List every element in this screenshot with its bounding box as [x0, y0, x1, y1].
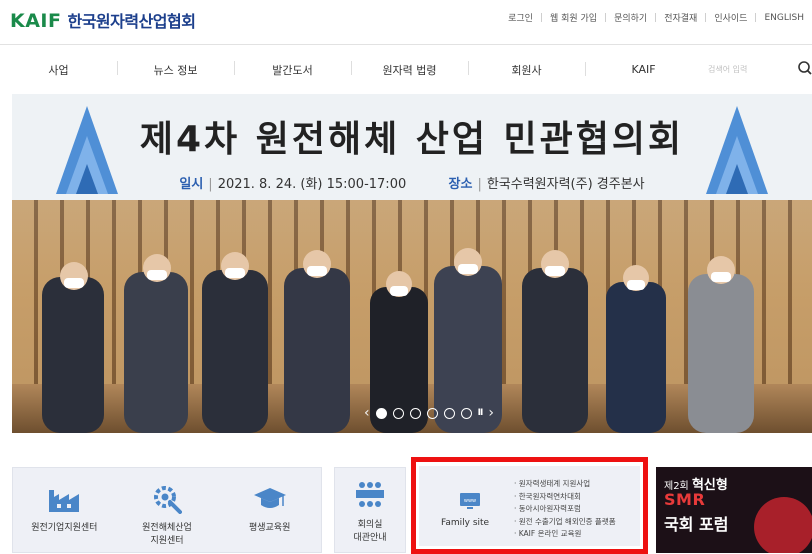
- divider: |: [477, 177, 482, 192]
- promo-line2: SMR: [664, 490, 706, 509]
- family-site-label: Family site: [441, 518, 490, 528]
- factory-icon: [47, 484, 81, 514]
- nav-item-kaif[interactable]: KAIF: [585, 62, 702, 76]
- slide-dot-3[interactable]: [409, 407, 421, 419]
- quick-link-plant-support[interactable]: 원전기업지원센터: [13, 468, 116, 552]
- promo-line3: 국회 포럼: [664, 515, 729, 534]
- logo-text: 한국원자력산업협회: [67, 12, 196, 31]
- quick-link-label: 원전해체산업 지원센터: [142, 523, 192, 546]
- nav-item-business[interactable]: 사업: [0, 62, 117, 78]
- nav-item-nuclear-law[interactable]: 원자력 법령: [351, 60, 468, 78]
- place-value: 한국수력원자력(주) 경주본사: [486, 177, 645, 192]
- slider-controls: ‹ II ›: [364, 406, 494, 420]
- slide-dot-1[interactable]: [375, 407, 387, 419]
- pause-icon[interactable]: II: [478, 408, 484, 418]
- family-site-link[interactable]: · 동아시아원자력포럼: [514, 503, 616, 516]
- family-site-list: · 원자력생태계 지원사업 · 한국원자력연차대회 · 동아시아원자력포럼 · …: [514, 478, 616, 541]
- nav-item-news[interactable]: 뉴스 정보: [117, 60, 234, 78]
- signup-link[interactable]: 웹 회원 가입: [542, 11, 605, 24]
- site-header: KAIF 한국원자력산업협회 로그인 웹 회원 가입 문의하기 전자결재 인사이…: [0, 0, 812, 44]
- nav-item-members[interactable]: 회원사: [468, 60, 585, 78]
- slide-dot-5[interactable]: [443, 407, 455, 419]
- next-arrow-icon[interactable]: ›: [488, 406, 494, 420]
- decorative-disc: [754, 497, 812, 553]
- quick-links: 원전기업지원센터 원전해체산업 지원센터 평생교육원: [12, 467, 322, 553]
- slide-dot-6[interactable]: [460, 407, 472, 419]
- group-photo: [42, 248, 754, 433]
- quick-link-decommissioning[interactable]: 원전해체산업 지원센터: [116, 468, 219, 552]
- slide-dot-2[interactable]: [392, 407, 404, 419]
- e-approval-link[interactable]: 전자결재: [656, 11, 705, 24]
- graduation-cap-icon: [253, 484, 287, 514]
- inside-link[interactable]: 인사이드: [706, 11, 755, 24]
- login-link[interactable]: 로그인: [500, 11, 541, 24]
- divider: |: [208, 177, 213, 192]
- family-site-panel: www Family site · 원자력생태계 지원사업 · 한국원자력연차대…: [419, 466, 640, 546]
- hero-banner[interactable]: 제4차 원전해체 산업 민관협의회 일시 | 2021. 8. 24. (화) 15…: [12, 94, 812, 433]
- family-site-link[interactable]: · 원자력생태계 지원사업: [514, 478, 616, 491]
- search-button[interactable]: [796, 59, 812, 79]
- nav-item-publications[interactable]: 발간도서: [234, 60, 351, 78]
- family-site-link[interactable]: · KAIF 온라인 교육원: [514, 528, 616, 541]
- search-icon: [798, 61, 812, 75]
- utility-nav: 로그인 웹 회원 가입 문의하기 전자결재 인사이드 ENGLISH: [500, 11, 812, 25]
- prev-arrow-icon[interactable]: ‹: [364, 406, 370, 420]
- website-icon: www: [459, 492, 481, 514]
- contact-link[interactable]: 문의하기: [606, 11, 655, 24]
- family-site-link[interactable]: · 원전 수출기업 해외인증 플랫폼: [514, 516, 616, 529]
- date-value: 2021. 8. 24. (화) 15:00-17:00: [217, 177, 407, 192]
- english-link[interactable]: ENGLISH: [756, 13, 812, 23]
- main-nav: 사업 뉴스 정보 발간도서 원자력 법령 회원사 KAIF 검색어 입력: [0, 44, 812, 94]
- logo-mark: KAIF: [10, 10, 62, 32]
- banner-subtitle: 일시 | 2021. 8. 24. (화) 15:00-17:00 장소 | 한국수력원…: [12, 173, 812, 192]
- site-logo[interactable]: KAIF 한국원자력산업협회: [10, 8, 196, 32]
- meeting-room-link[interactable]: 회의실 대관안내: [334, 467, 406, 553]
- family-site-link[interactable]: · 한국원자력연차대회: [514, 491, 616, 504]
- quick-link-label: 원전기업지원센터: [31, 523, 98, 533]
- svg-text:www: www: [464, 498, 476, 504]
- slide-dot-4[interactable]: [426, 407, 438, 419]
- meeting-room-icon: [353, 480, 387, 514]
- place-label: 장소: [448, 177, 473, 192]
- meeting-room-label: 회의실 대관안내: [353, 520, 387, 543]
- family-site-box: www Family site · 원자력생태계 지원사업 · 한국원자력연차대…: [411, 457, 648, 554]
- gear-wrench-icon: [152, 484, 182, 514]
- smr-forum-banner[interactable]: 제2회 혁신형 SMR 국회 포럼: [656, 467, 812, 553]
- banner-title: 제4차 원전해체 산업 민관협의회: [139, 119, 685, 160]
- quick-link-label: 평생교육원: [248, 523, 291, 533]
- search-input[interactable]: 검색어 입력: [708, 61, 786, 79]
- date-label: 일시: [179, 177, 204, 192]
- quick-link-education[interactable]: 평생교육원: [218, 468, 321, 552]
